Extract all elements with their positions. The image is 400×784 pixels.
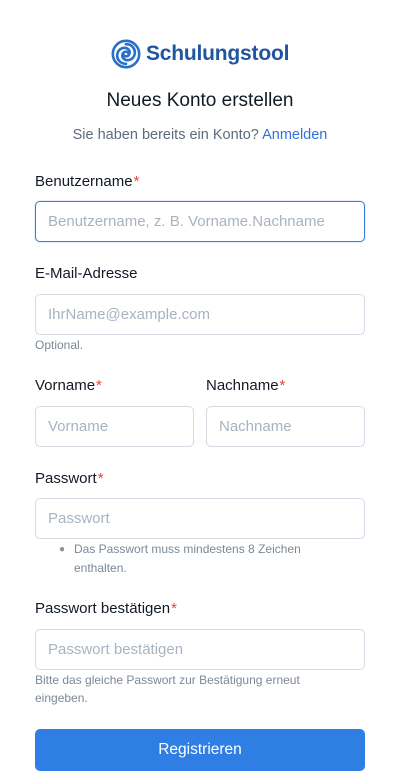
password-confirm-label-text: Passwort bestätigen <box>35 600 171 617</box>
email-helper: Optional. <box>35 338 84 352</box>
required-marker: * <box>279 377 286 394</box>
firstname-label: Vorname* <box>35 377 102 394</box>
firstname-input[interactable] <box>35 406 194 447</box>
password-confirm-helper: Bitte das gleiche Passwort zur Bestätigu… <box>35 673 300 705</box>
register-button[interactable]: Registrieren <box>35 729 365 771</box>
lastname-label-text: Nachname <box>206 377 279 394</box>
password-hint-text: Das Passwort muss mindestens 8 Zeichen e… <box>74 542 301 575</box>
bullet-icon: ● <box>59 544 66 555</box>
login-prompt-text: Sie haben bereits ein Konto? <box>72 127 259 143</box>
username-label: Benutzername* <box>35 173 139 190</box>
password-label-text: Passwort <box>35 470 97 487</box>
password-confirm-input[interactable] <box>35 629 365 670</box>
required-marker: * <box>97 470 104 487</box>
required-marker: * <box>171 600 177 617</box>
email-input[interactable] <box>35 294 365 335</box>
login-link[interactable]: Anmelden <box>262 127 327 143</box>
brand-logo: Schulungstool <box>111 38 289 70</box>
password-hint-item: ● Das Passwort muss mindestens 8 Zeichen… <box>59 540 349 578</box>
login-prompt: Sie haben bereits ein Konto? Anmelden <box>35 127 365 143</box>
email-label: E-Mail-Adresse <box>35 265 138 282</box>
required-marker: * <box>96 377 102 394</box>
firstname-label-text: Vorname <box>35 377 96 394</box>
password-confirm-label: Passwort bestätigen* <box>35 600 177 617</box>
username-input[interactable] <box>35 201 365 242</box>
password-input[interactable] <box>35 498 365 539</box>
password-label: Passwort* <box>35 470 104 487</box>
username-label-text: Benutzername <box>35 173 133 190</box>
lastname-label: Nachname* <box>206 377 285 394</box>
required-marker: * <box>133 173 140 190</box>
page-title: Neues Konto erstellen <box>106 90 294 111</box>
swirl-logo-icon <box>111 39 141 69</box>
lastname-input[interactable] <box>206 406 365 447</box>
password-hints: ● Das Passwort muss mindestens 8 Zeichen… <box>59 540 349 578</box>
brand-name: Schulungstool <box>146 42 290 65</box>
